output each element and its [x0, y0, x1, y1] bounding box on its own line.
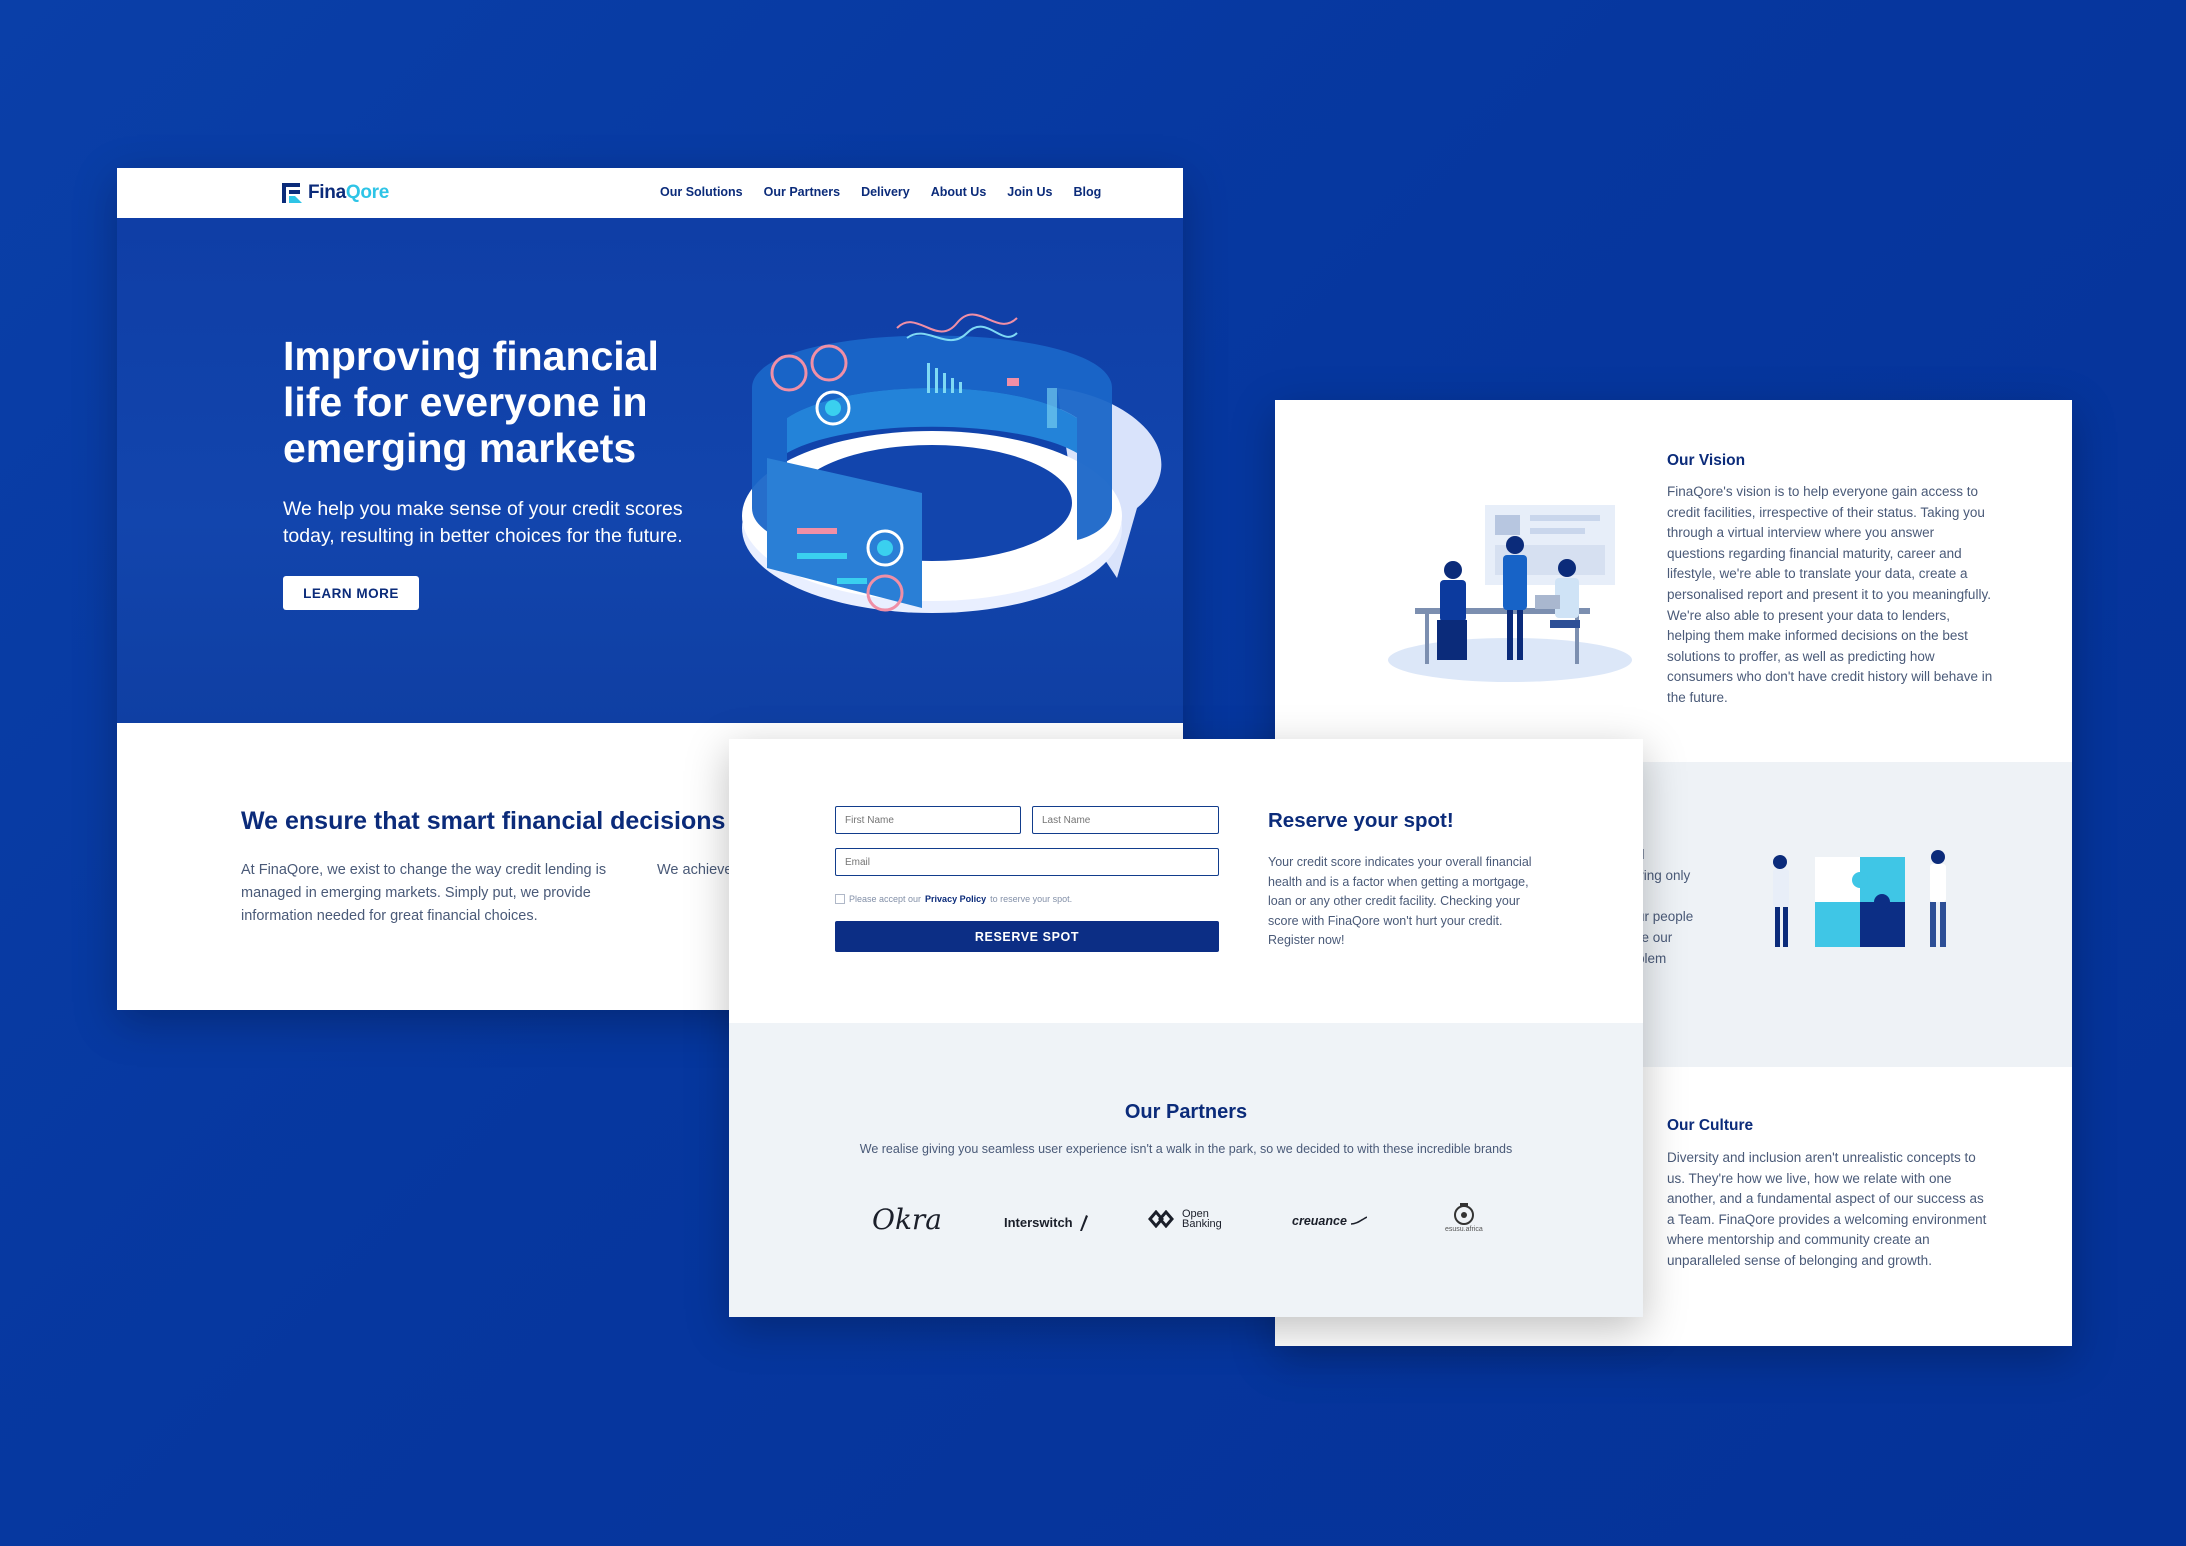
mission-text-fragment: ving only — [1637, 868, 1691, 883]
creuance-swoosh-icon — [1350, 1216, 1367, 1225]
partner-logo-interswitch: Interswitch — [1004, 1213, 1089, 1231]
navbar: FinaQore Our Solutions Our Partners Deli… — [117, 168, 1183, 218]
privacy-consent: Please accept our Privacy Policy to rese… — [835, 894, 1072, 904]
hero-title: Improving financial life for everyone in… — [283, 333, 659, 471]
brand-name-part1: Fina — [308, 182, 346, 203]
brand-name-part2: Qore — [345, 182, 390, 203]
puzzle-team-illustration — [1773, 850, 1946, 947]
esusu-moneybag-icon — [1453, 1203, 1474, 1225]
interswitch-swoosh-icon — [1079, 1215, 1088, 1231]
esusu-logo-text: esusu.africa — [1445, 1226, 1483, 1233]
consent-text-before: Please accept our — [849, 894, 922, 904]
vision-section: Our Vision FinaQore's vision is to help … — [1275, 400, 2072, 762]
nav-about-us[interactable]: About Us — [931, 185, 987, 199]
smart-decisions-text-left: At FinaQore, we exist to change the way … — [241, 862, 607, 924]
vision-text: FinaQore's vision is to help everyone ga… — [1667, 484, 1993, 705]
open-banking-logo-text: Open Banking — [1182, 1208, 1222, 1230]
brand-name: FinaQore — [308, 182, 389, 204]
nav-our-solutions[interactable]: Our Solutions — [660, 185, 743, 199]
hero-section: Improving financial life for everyone in… — [117, 218, 1183, 723]
consent-text-after: to reserve your spot. — [990, 894, 1073, 904]
main-nav: Our Solutions Our Partners Delivery Abou… — [660, 185, 1101, 199]
last-name-field[interactable] — [1032, 806, 1219, 834]
smart-decisions-heading: We ensure that smart financial decisions… — [241, 807, 747, 835]
partner-logo-esusu: esusu.africa — [1445, 1201, 1483, 1233]
learn-more-button[interactable]: LEARN MORE — [283, 576, 419, 610]
culture-text: Diversity and inclusion aren't unrealist… — [1667, 1150, 1987, 1268]
partner-logo-open-banking: Open Banking — [1148, 1208, 1226, 1230]
partners-subtitle: We realise giving you seamless user expe… — [859, 1142, 1513, 1156]
reserve-section: Please accept our Privacy Policy to rese… — [729, 739, 1643, 1023]
interswitch-logo-text: Interswitch — [1004, 1214, 1073, 1230]
hero-subtitle: We help you make sense of your credit sc… — [283, 498, 683, 547]
finaqore-logo-icon — [282, 183, 302, 203]
reserve-text: Your credit score indicates your overall… — [1268, 855, 1532, 947]
email-field[interactable] — [835, 848, 1219, 876]
partner-logo-okra: Okra — [872, 1203, 942, 1236]
partners-heading: Our Partners — [1124, 1101, 1248, 1123]
partner-logo-creuance: creuance — [1292, 1214, 1367, 1228]
reserve-spot-button[interactable]: RESERVE SPOT — [835, 921, 1219, 952]
okra-logo-text: Okra — [872, 1203, 942, 1236]
creuance-logo-text: creuance — [1292, 1214, 1347, 1228]
mission-text-fragment: ur people — [1637, 909, 1694, 924]
open-banking-icon — [1148, 1210, 1174, 1228]
nav-our-partners[interactable]: Our Partners — [764, 185, 840, 199]
nav-join-us[interactable]: Join Us — [1007, 185, 1052, 199]
privacy-policy-link[interactable]: Privacy Policy — [925, 894, 986, 904]
team-meeting-illustration — [1388, 505, 1632, 682]
brand-logo[interactable]: FinaQore — [282, 182, 389, 204]
privacy-checkbox[interactable] — [835, 894, 845, 904]
nav-delivery[interactable]: Delivery — [861, 185, 910, 199]
nav-blog[interactable]: Blog — [1073, 185, 1101, 199]
culture-heading: Our Culture — [1667, 1117, 1754, 1134]
vision-heading: Our Vision — [1667, 452, 1746, 469]
partners-section: Our Partners We realise giving you seaml… — [729, 1023, 1643, 1317]
reserve-spot-card: Please accept our Privacy Policy to rese… — [729, 739, 1643, 1317]
dashboard-ring-illustration — [742, 313, 1162, 613]
first-name-field[interactable] — [835, 806, 1021, 834]
reserve-heading: Reserve your spot! — [1268, 809, 1454, 832]
